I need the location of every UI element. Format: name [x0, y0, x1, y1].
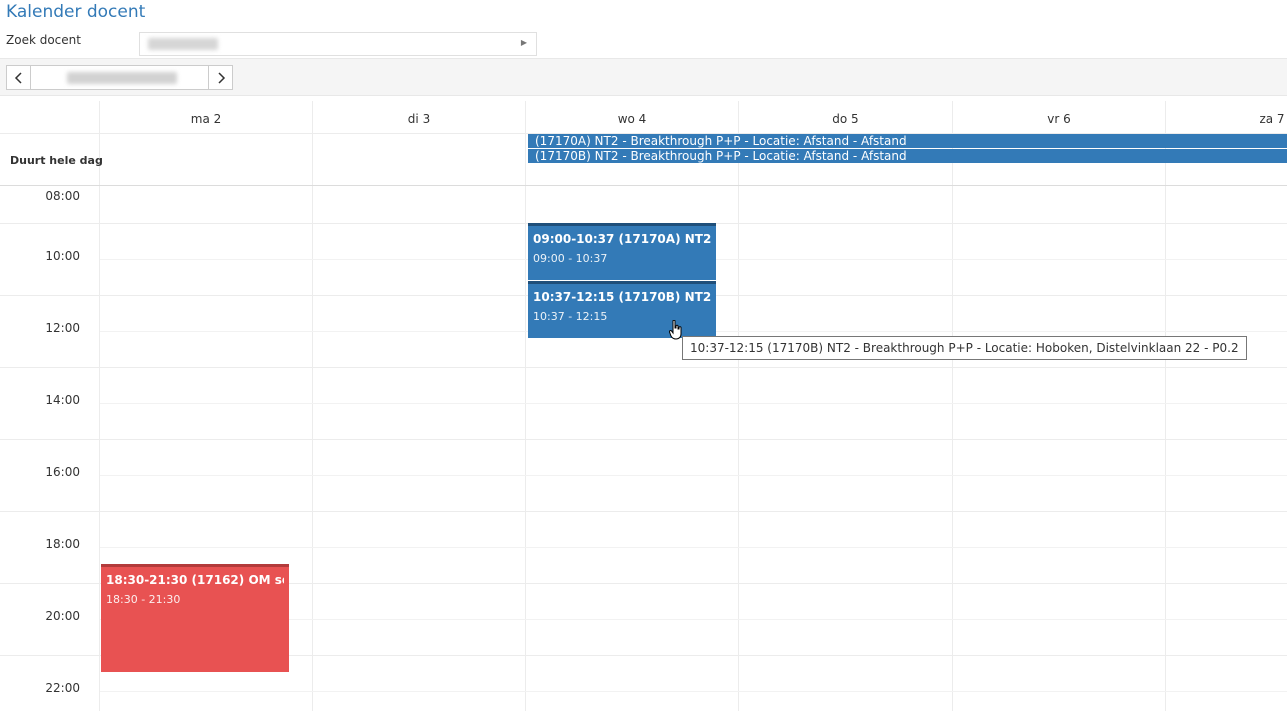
event-time: 18:30 - 21:30	[106, 593, 181, 606]
time-label: 08:00	[45, 189, 80, 203]
day-header-vr[interactable]: vr 6	[953, 101, 1165, 133]
calendar-event[interactable]: 18:30-21:30 (17162) OM schake... 18:30 -…	[101, 564, 289, 672]
day-header-ma[interactable]: ma 2	[100, 101, 312, 133]
calendar-event[interactable]: 10:37-12:15 (17170B) NT2 - Bre... 10:37 …	[528, 281, 716, 338]
event-title: 09:00-10:37 (17170A) NT2 - Bre...	[533, 232, 711, 246]
time-label: 14:00	[45, 393, 80, 407]
grid-half-line	[100, 691, 1287, 692]
chevron-left-icon	[14, 71, 22, 84]
time-label: 10:00	[45, 249, 80, 263]
grid-half-line	[100, 475, 1287, 476]
event-title: 18:30-21:30 (17162) OM schake...	[106, 573, 284, 587]
allday-event[interactable]: (17170B) NT2 - Breakthrough P+P - Locati…	[528, 149, 1287, 163]
grid-hour-line	[0, 439, 1287, 440]
current-date-field[interactable]	[31, 66, 208, 89]
page-title: Kalender docent	[6, 2, 146, 22]
grid-hour-line	[0, 511, 1287, 512]
date-value-blurred	[67, 72, 177, 84]
event-time: 09:00 - 10:37	[533, 252, 608, 265]
event-tooltip: 10:37-12:15 (17170B) NT2 - Breakthrough …	[682, 336, 1247, 360]
time-label: 16:00	[45, 465, 80, 479]
search-label: Zoek docent	[6, 33, 81, 47]
allday-event[interactable]: (17170A) NT2 - Breakthrough P+P - Locati…	[528, 134, 1287, 148]
time-label: 22:00	[45, 681, 80, 695]
day-header-do[interactable]: do 5	[739, 101, 952, 133]
next-week-button[interactable]	[208, 66, 232, 89]
event-time: 10:37 - 12:15	[533, 310, 608, 323]
day-header-za[interactable]: za 7	[1166, 101, 1287, 133]
day-header-di[interactable]: di 3	[313, 101, 525, 133]
chevron-right-icon	[217, 71, 225, 84]
grid-half-line	[100, 403, 1287, 404]
prev-week-button[interactable]	[7, 66, 31, 89]
dropdown-arrow-icon[interactable]: ▶	[521, 38, 527, 47]
event-title: 10:37-12:15 (17170B) NT2 - Bre...	[533, 290, 711, 304]
grid-hour-line	[0, 367, 1287, 368]
time-label: 18:00	[45, 537, 80, 551]
search-value-blurred	[148, 38, 218, 50]
grid-half-line	[100, 547, 1287, 548]
date-navigator	[6, 65, 233, 90]
hand-cursor-icon	[669, 320, 682, 340]
time-label: 20:00	[45, 609, 80, 623]
allday-label: Duurt hele dag	[10, 154, 103, 167]
time-label: 12:00	[45, 321, 80, 335]
calendar-event[interactable]: 09:00-10:37 (17170A) NT2 - Bre... 09:00 …	[528, 223, 716, 280]
allday-divider	[0, 185, 1287, 186]
docent-search-input[interactable]: ▶	[139, 32, 537, 56]
day-header-wo[interactable]: wo 4	[526, 101, 738, 133]
